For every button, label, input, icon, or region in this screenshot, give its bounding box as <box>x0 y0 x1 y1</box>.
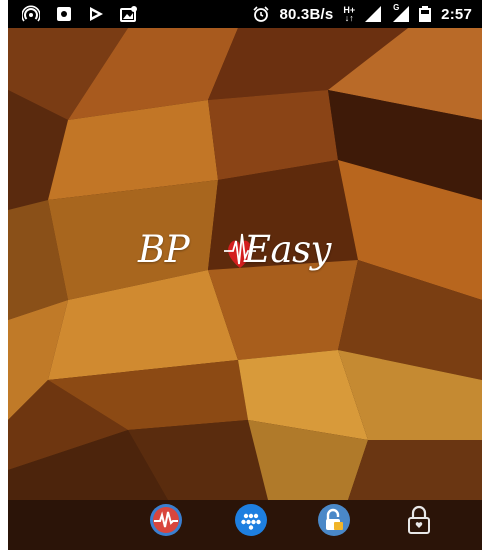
app-drawer-icon <box>235 504 267 536</box>
app-drawer-button[interactable] <box>233 502 269 538</box>
signal-icon: G <box>391 3 410 22</box>
signal-icon <box>365 6 382 22</box>
app-lock-folder-shortcut[interactable] <box>316 502 352 538</box>
logo-text-easy: Easy <box>244 228 331 271</box>
signal-label: G <box>393 3 400 12</box>
phone-screen: 80.3B/s H+ ↓↑ G 2:57 BP Easy <box>8 0 482 550</box>
alarm-icon <box>253 6 270 22</box>
network-speed: 80.3B/s <box>279 5 334 23</box>
gallery-notification-icon <box>120 6 138 22</box>
network-type: H+ ↓↑ <box>343 5 356 23</box>
hotspot-icon <box>22 5 40 23</box>
lock-folder-icon <box>318 504 350 536</box>
screenshot-icon <box>56 6 72 22</box>
status-bar: 80.3B/s H+ ↓↑ G 2:57 <box>8 0 482 28</box>
bp-easy-logo: BP Easy <box>128 222 378 282</box>
heart-pulse-icon <box>150 504 182 536</box>
bp-app-shortcut[interactable] <box>148 502 184 538</box>
play-store-icon <box>88 6 104 22</box>
logo-text-bp: BP <box>138 228 190 271</box>
clock: 2:57 <box>441 5 472 23</box>
app-dock <box>8 500 482 550</box>
lock-shortcut[interactable] <box>401 502 437 538</box>
battery-icon <box>419 6 432 22</box>
padlock-icon <box>408 505 430 534</box>
